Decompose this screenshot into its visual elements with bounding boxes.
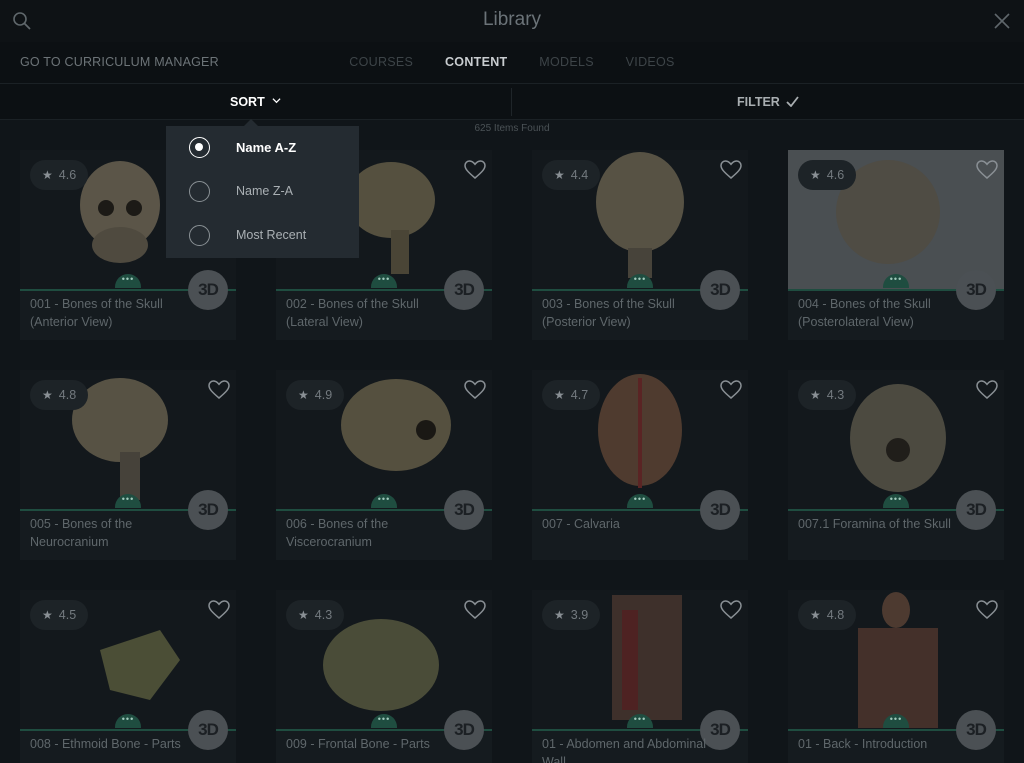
favorite-heart-icon[interactable] xyxy=(208,380,230,400)
rating-badge: ★ 4.6 xyxy=(798,160,857,190)
tab-courses[interactable]: COURSES xyxy=(349,55,413,69)
rating-value: 4.3 xyxy=(314,608,333,622)
content-card[interactable]: ★ 4.4 ••• 3D 003 - Bones of the Skull (Poste… xyxy=(532,150,748,340)
rating-badge: ★ 4.4 xyxy=(542,160,601,190)
rating-badge: ★ 4.8 xyxy=(30,380,89,410)
card-title: 007.1 Foramina of the Skull xyxy=(798,517,951,531)
rating-value: 4.6 xyxy=(58,168,77,182)
tab-content[interactable]: CONTENT xyxy=(445,55,508,69)
sort-dropdown: Name A-Z Name Z-A Most Recent xyxy=(166,119,359,258)
library-screen: Library GO TO CURRICULUM MANAGER COURSES… xyxy=(0,0,1024,763)
favorite-heart-icon[interactable] xyxy=(464,160,486,180)
sort-option-label: Name A-Z xyxy=(236,140,297,155)
filter-label: FILTER xyxy=(737,95,780,109)
star-icon: ★ xyxy=(810,168,821,182)
rating-badge: ★ 4.9 xyxy=(286,380,345,410)
content-card[interactable]: ★ 4.7 ••• 3D 007 - Calvaria xyxy=(532,370,748,560)
rating-badge: ★ 4.8 xyxy=(798,600,857,630)
tab-videos[interactable]: VIDEOS xyxy=(626,55,675,69)
rating-value: 4.7 xyxy=(570,388,589,402)
star-icon: ★ xyxy=(810,388,821,402)
rating-value: 4.3 xyxy=(826,388,845,402)
favorite-heart-icon[interactable] xyxy=(720,600,742,620)
sort-button[interactable]: SORT xyxy=(230,95,281,109)
card-title: 001 - Bones of the Skull (Anterior View) xyxy=(30,297,163,329)
star-icon: ★ xyxy=(810,608,821,622)
content-card[interactable]: ★ 4.8 ••• 3D 005 - Bones of the Neurocranium xyxy=(20,370,236,560)
sort-option-label: Most Recent xyxy=(236,228,307,242)
rating-value: 4.5 xyxy=(58,608,77,622)
content-card[interactable]: ★ 4.3 ••• 3D 007.1 Foramina of the Skull xyxy=(788,370,1004,560)
rating-badge: ★ 4.7 xyxy=(542,380,601,410)
favorite-heart-icon[interactable] xyxy=(976,160,998,180)
sort-filter-bar: SORT FILTER xyxy=(0,84,1024,120)
favorite-heart-icon[interactable] xyxy=(720,380,742,400)
favorite-heart-icon[interactable] xyxy=(464,600,486,620)
rating-value: 3.9 xyxy=(570,608,589,622)
sort-label: SORT xyxy=(230,95,265,109)
rating-value: 4.6 xyxy=(826,168,845,182)
sort-option-label: Name Z-A xyxy=(236,184,293,198)
star-icon: ★ xyxy=(42,168,53,182)
card-title: 005 - Bones of the Neurocranium xyxy=(30,517,133,549)
star-icon: ★ xyxy=(298,608,309,622)
content-card[interactable]: ★ 4.9 ••• 3D 006 - Bones of the Viscerocrani… xyxy=(276,370,492,560)
radio-icon xyxy=(189,225,210,246)
favorite-heart-icon[interactable] xyxy=(208,600,230,620)
filter-button[interactable]: FILTER xyxy=(737,95,800,109)
rating-badge: ★ 4.3 xyxy=(798,380,857,410)
nav-bar: GO TO CURRICULUM MANAGER COURSES CONTENT… xyxy=(0,42,1024,84)
page-title: Library xyxy=(482,9,542,30)
favorite-heart-icon[interactable] xyxy=(976,380,998,400)
close-icon[interactable] xyxy=(992,11,1012,31)
check-icon xyxy=(786,96,800,107)
card-title: 002 - Bones of the Skull (Lateral View) xyxy=(286,297,419,329)
rating-value: 4.8 xyxy=(826,608,845,622)
rating-badge: ★ 4.6 xyxy=(30,160,89,190)
rating-badge: ★ 4.3 xyxy=(286,600,345,630)
rating-value: 4.9 xyxy=(314,388,333,402)
sort-option-most-recent[interactable]: Most Recent xyxy=(166,214,359,258)
divider xyxy=(511,88,512,116)
chevron-down-icon xyxy=(272,98,281,104)
star-icon: ★ xyxy=(42,608,53,622)
content-card[interactable]: ★ 4.3 ••• 3D 009 - Frontal Bone - Parts xyxy=(276,590,492,763)
card-title: 006 - Bones of the Viscerocranium xyxy=(286,517,389,549)
card-title: 01 - Back - Introduction xyxy=(798,737,928,751)
favorite-heart-icon[interactable] xyxy=(464,380,486,400)
rating-badge: ★ 4.5 xyxy=(30,600,89,630)
content-card[interactable]: ★ 4.8 ••• 3D 01 - Back - Introduction xyxy=(788,590,1004,763)
rating-value: 4.8 xyxy=(58,388,77,402)
radio-selected-icon xyxy=(189,137,210,158)
card-title: 009 - Frontal Bone - Parts xyxy=(286,737,430,751)
card-title: 007 - Calvaria xyxy=(542,517,620,531)
favorite-heart-icon[interactable] xyxy=(720,160,742,180)
tab-models[interactable]: MODELS xyxy=(539,55,594,69)
card-title: 008 - Ethmoid Bone - Parts xyxy=(30,737,181,751)
rating-badge: ★ 3.9 xyxy=(542,600,601,630)
items-found-count: 625 Items Found xyxy=(474,123,550,134)
top-bar: Library xyxy=(0,0,1024,42)
favorite-heart-icon[interactable] xyxy=(976,600,998,620)
star-icon: ★ xyxy=(554,608,565,622)
sort-option-name-a-z[interactable]: Name A-Z xyxy=(166,126,359,170)
radio-icon xyxy=(189,181,210,202)
star-icon: ★ xyxy=(298,388,309,402)
card-title: 01 - Abdomen and Abdominal Wall xyxy=(542,737,707,763)
sort-option-name-z-a[interactable]: Name Z-A xyxy=(166,170,359,214)
content-card[interactable]: ★ 3.9 ••• 3D 01 - Abdomen and Abdominal Wall xyxy=(532,590,748,763)
content-card[interactable]: ★ 4.5 ••• 3D 008 - Ethmoid Bone - Parts xyxy=(20,590,236,763)
card-title: 003 - Bones of the Skull (Posterior View… xyxy=(542,297,675,329)
star-icon: ★ xyxy=(554,388,565,402)
card-title: 004 - Bones of the Skull (Posterolateral… xyxy=(798,297,931,329)
star-icon: ★ xyxy=(42,388,53,402)
star-icon: ★ xyxy=(554,168,565,182)
dropdown-caret xyxy=(244,119,258,126)
content-tabs: COURSES CONTENT MODELS VIDEOS xyxy=(0,55,1024,69)
rating-value: 4.4 xyxy=(570,168,589,182)
content-card[interactable]: ★ 4.6 ••• 3D 004 - Bones of the Skull (Poste… xyxy=(788,150,1004,340)
